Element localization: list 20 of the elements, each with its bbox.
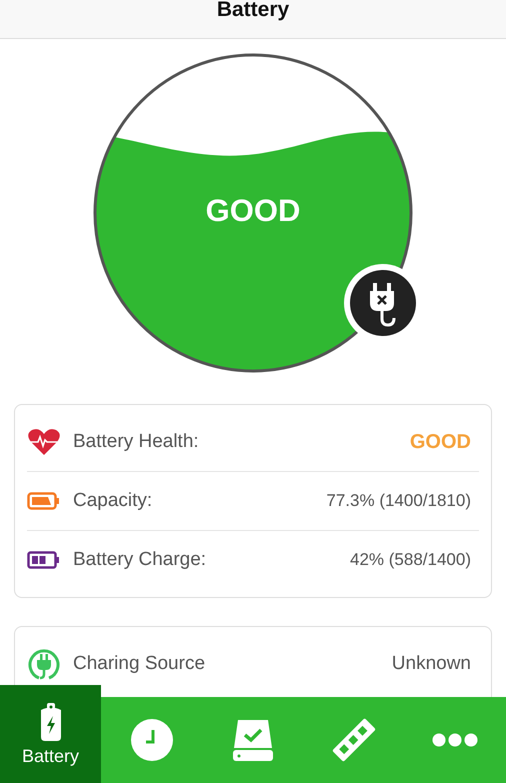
detail-label: Capacity: (73, 490, 154, 512)
source-value: Unknown (392, 653, 471, 675)
health-status: GOOD (204, 193, 302, 229)
clock-icon (130, 718, 174, 762)
heart-pulse-icon (27, 428, 61, 456)
drive-check-icon (232, 718, 274, 762)
tab-button[interactable] (101, 697, 202, 783)
battery-icon (27, 491, 61, 511)
plug-icon (27, 647, 61, 681)
battery-icon (27, 550, 61, 570)
tab-button[interactable] (404, 697, 506, 783)
detail-value: 77.3% (1400/1810) (326, 491, 471, 511)
detail-value: GOOD (410, 430, 471, 454)
detail-value: 42% (588/1400) (350, 550, 471, 570)
screen-title: Battery (216, 0, 290, 20)
detail-label: Battery Charge: (73, 549, 208, 571)
more-icon (432, 733, 478, 747)
tab-button[interactable]: Battery (0, 685, 101, 783)
detail-label: Battery Health: (73, 431, 200, 453)
source-label: Charing Source (73, 653, 206, 675)
